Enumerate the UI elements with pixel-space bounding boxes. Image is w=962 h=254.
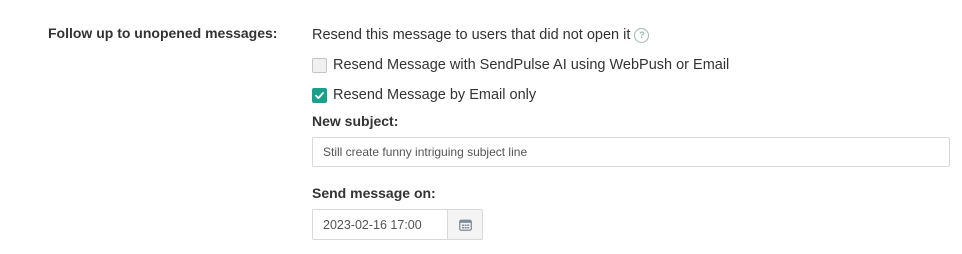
send-message-on-label: Send message on: xyxy=(312,185,436,201)
resend-email-checkbox[interactable] xyxy=(312,87,327,103)
question-circle-icon[interactable]: ? xyxy=(634,27,650,43)
followup-description-row: Resend this message to users that did no… xyxy=(312,26,650,44)
checkmark-icon xyxy=(315,91,324,99)
new-subject-input[interactable] xyxy=(312,137,950,167)
calendar-button[interactable] xyxy=(447,210,482,239)
send-date-input[interactable] xyxy=(313,210,447,239)
calendar-icon xyxy=(458,219,472,231)
followup-section-label: Follow up to unopened messages: xyxy=(48,25,278,41)
resend-email-option[interactable]: Resend Message by Email only xyxy=(312,86,536,104)
resend-ai-checkbox[interactable] xyxy=(312,57,327,73)
new-subject-label: New subject: xyxy=(312,113,399,129)
resend-ai-label: Resend Message with SendPulse AI using W… xyxy=(333,57,730,73)
resend-email-label: Resend Message by Email only xyxy=(333,87,537,103)
resend-ai-option[interactable]: Resend Message with SendPulse AI using W… xyxy=(312,56,729,74)
followup-description: Resend this message to users that did no… xyxy=(312,27,631,43)
send-date-picker xyxy=(312,209,483,240)
